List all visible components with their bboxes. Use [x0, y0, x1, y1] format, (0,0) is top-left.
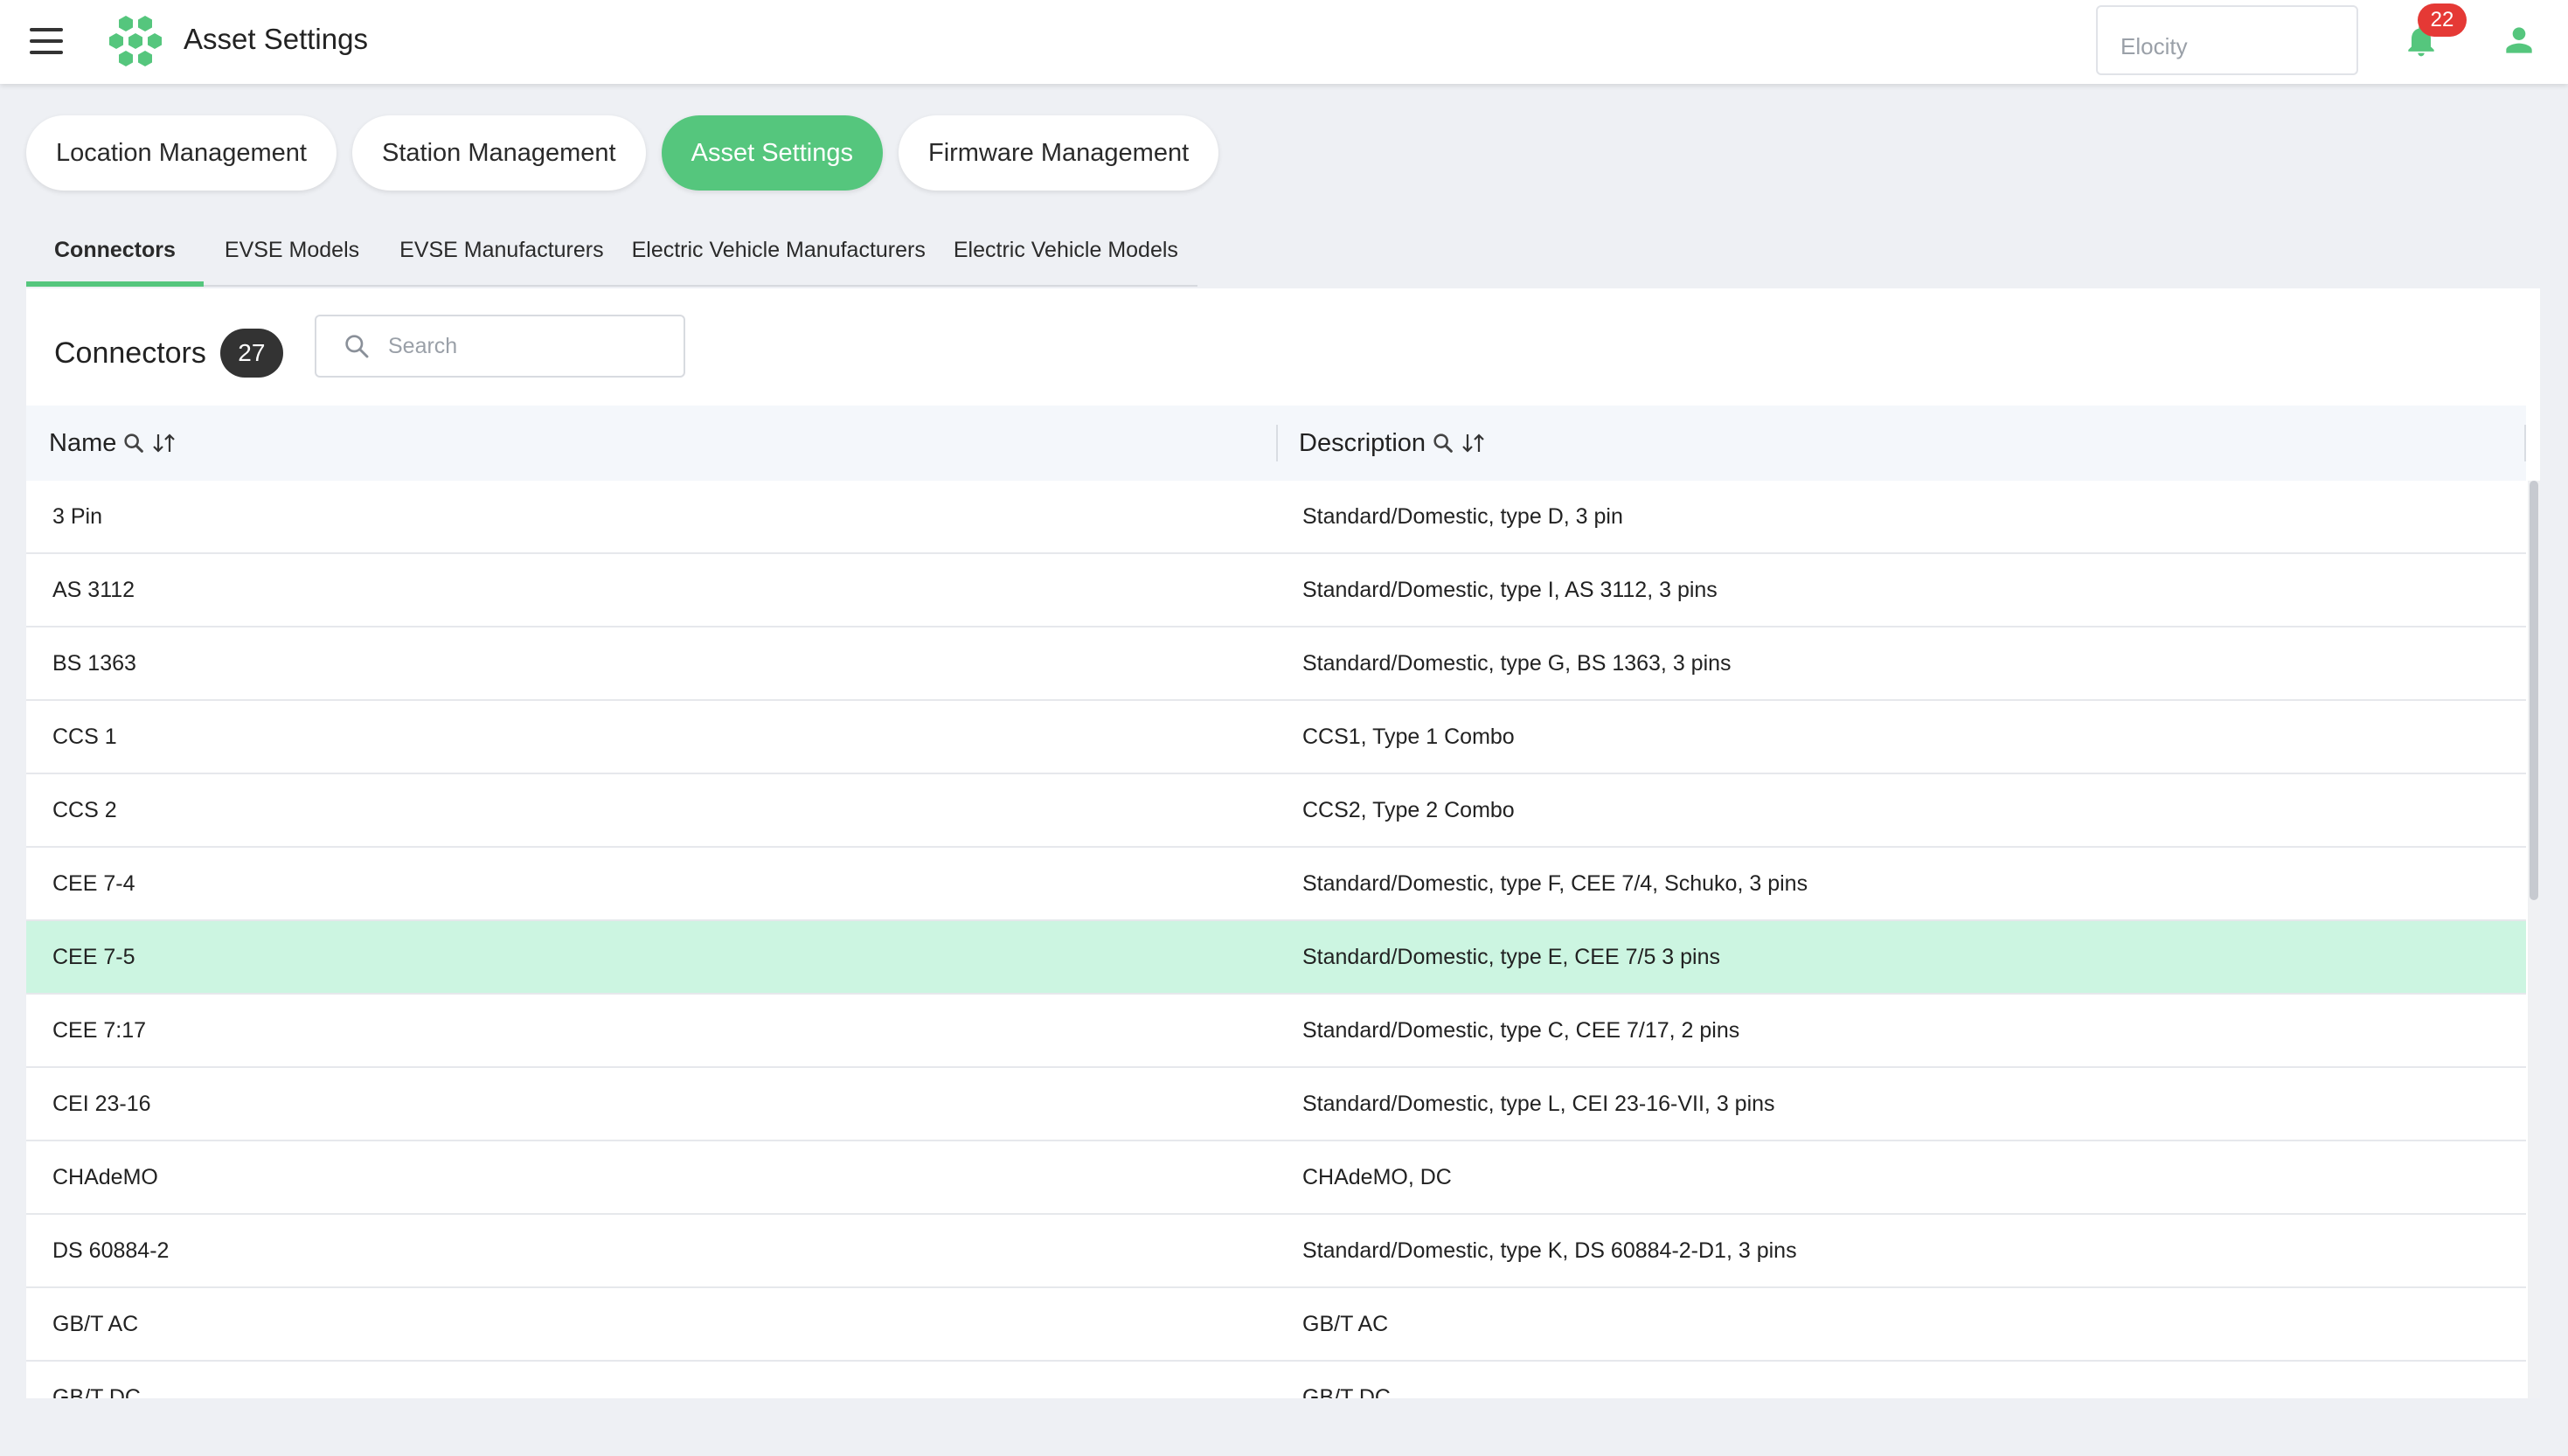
table-row[interactable]: CHAdeMO CHAdeMO, DC — [26, 1141, 2526, 1215]
cell-name: CEE 7-4 — [52, 871, 135, 896]
cell-description: GB/T DC — [1302, 1385, 1391, 1398]
page-title: Asset Settings — [184, 23, 368, 55]
search-icon — [345, 335, 369, 358]
magnifier-icon[interactable] — [121, 431, 146, 455]
cell-description: Standard/Domestic, type K, DS 60884-2-D1… — [1302, 1238, 1797, 1263]
cell-name: 3 Pin — [52, 504, 102, 529]
column-divider[interactable] — [1276, 425, 1278, 461]
cell-name: DS 60884-2 — [52, 1238, 170, 1263]
search-field[interactable] — [315, 315, 685, 378]
table-row[interactable]: CEE 7-5 Standard/Domestic, type E, CEE 7/… — [26, 921, 2526, 995]
module-nav: Location Management Station Management A… — [26, 115, 1234, 191]
table-row[interactable]: BS 1363 Standard/Domestic, type G, BS 136… — [26, 627, 2526, 701]
table-row[interactable]: 3 Pin Standard/Domestic, type D, 3 pin — [26, 481, 2526, 554]
table-row[interactable]: CCS 2 CCS2, Type 2 Combo — [26, 774, 2526, 848]
cell-description: Standard/Domestic, type E, CEE 7/5 3 pin… — [1302, 945, 1721, 969]
table-row[interactable]: AS 3112 Standard/Domestic, type I, AS 311… — [26, 554, 2526, 627]
cell-description: CCS1, Type 1 Combo — [1302, 725, 1515, 749]
magnifier-icon[interactable] — [1431, 431, 1455, 455]
cell-description: Standard/Domestic, type L, CEI 23-16-VII… — [1302, 1092, 1775, 1116]
cell-name: CHAdeMO — [52, 1165, 158, 1189]
table-row[interactable]: CCS 1 CCS1, Type 1 Combo — [26, 701, 2526, 774]
column-description-label: Description — [1299, 428, 1426, 457]
module-firmware-management[interactable]: Firmware Management — [898, 115, 1219, 191]
cell-description: CHAdeMO, DC — [1302, 1165, 1452, 1189]
column-name-label: Name — [49, 428, 117, 457]
cell-description: Standard/Domestic, type F, CEE 7/4, Schu… — [1302, 871, 1808, 896]
panel-title: Connectors — [54, 336, 206, 370]
table-row[interactable]: GB/T DC GB/T DC — [26, 1362, 2526, 1398]
cell-name: CEE 7-5 — [52, 945, 135, 969]
table-scrollbar[interactable] — [2528, 481, 2540, 1398]
table-row[interactable]: CEE 7:17 Standard/Domestic, type C, CEE 7… — [26, 995, 2526, 1068]
cell-name: GB/T DC — [52, 1385, 141, 1398]
cell-name: CCS 2 — [52, 798, 117, 822]
scrollbar-thumb[interactable] — [2530, 481, 2538, 900]
cell-name: CCS 1 — [52, 725, 117, 749]
cell-name: BS 1363 — [52, 651, 136, 676]
cell-description: Standard/Domestic, type I, AS 3112, 3 pi… — [1302, 578, 1718, 602]
table-row[interactable]: CEI 23-16 Standard/Domestic, type L, CEI … — [26, 1068, 2526, 1141]
table-header: Name Description — [26, 406, 2526, 481]
module-location-management[interactable]: Location Management — [26, 115, 337, 191]
tab-connectors[interactable]: Connectors — [26, 222, 204, 287]
cell-name: CEI 23-16 — [52, 1092, 151, 1116]
top-app-bar: Asset Settings Elocity 22 — [0, 0, 2568, 84]
table-row[interactable]: GB/T AC GB/T AC — [26, 1288, 2526, 1362]
cell-description: Standard/Domestic, type C, CEE 7/17, 2 p… — [1302, 1018, 1740, 1043]
cell-description: Standard/Domestic, type D, 3 pin — [1302, 504, 1623, 529]
notification-count-badge: 22 — [2418, 3, 2467, 37]
tab-ev-manufacturers[interactable]: Electric Vehicle Manufacturers — [618, 222, 940, 287]
table-row[interactable]: DS 60884-2 Standard/Domestic, type K, DS … — [26, 1215, 2526, 1288]
cell-name: CEE 7:17 — [52, 1018, 147, 1043]
search-input[interactable] — [388, 333, 650, 359]
column-header-name: Name — [49, 406, 177, 481]
sort-arrows-icon[interactable] — [151, 432, 177, 454]
hamburger-menu-icon[interactable] — [30, 28, 65, 54]
panel-header: Connectors 27 — [54, 322, 283, 385]
hexagon-cluster-logo — [109, 16, 162, 66]
tab-evse-manufacturers[interactable]: EVSE Manufacturers — [373, 222, 617, 287]
cell-description: GB/T AC — [1302, 1312, 1389, 1336]
cell-description: CCS2, Type 2 Combo — [1302, 798, 1515, 822]
cell-name: GB/T AC — [52, 1312, 139, 1336]
asset-subtabs: Connectors EVSE Models EVSE Manufacturer… — [26, 222, 1197, 287]
connectors-panel: Connectors 27 Name Description — [26, 288, 2540, 1398]
cell-description: Standard/Domestic, type G, BS 1363, 3 pi… — [1302, 651, 1732, 676]
module-asset-settings[interactable]: Asset Settings — [661, 115, 883, 191]
table-body: 3 Pin Standard/Domestic, type D, 3 pin AS … — [26, 481, 2526, 1398]
tenant-selector[interactable]: Elocity — [2096, 5, 2358, 75]
record-count-badge: 27 — [219, 329, 283, 378]
tab-evse-models[interactable]: EVSE Models — [204, 222, 373, 287]
connectors-table: Name Description 3 Pin Standard/Domestic… — [26, 406, 2526, 1398]
cell-name: AS 3112 — [52, 578, 135, 602]
sort-arrows-icon[interactable] — [1461, 432, 1487, 454]
module-station-management[interactable]: Station Management — [351, 115, 646, 191]
column-divider[interactable] — [2524, 425, 2526, 461]
column-header-description: Description — [1299, 406, 1487, 481]
table-row[interactable]: CEE 7-4 Standard/Domestic, type F, CEE 7/… — [26, 848, 2526, 921]
tab-ev-models[interactable]: Electric Vehicle Models — [940, 222, 1192, 287]
user-icon[interactable] — [2500, 21, 2538, 59]
